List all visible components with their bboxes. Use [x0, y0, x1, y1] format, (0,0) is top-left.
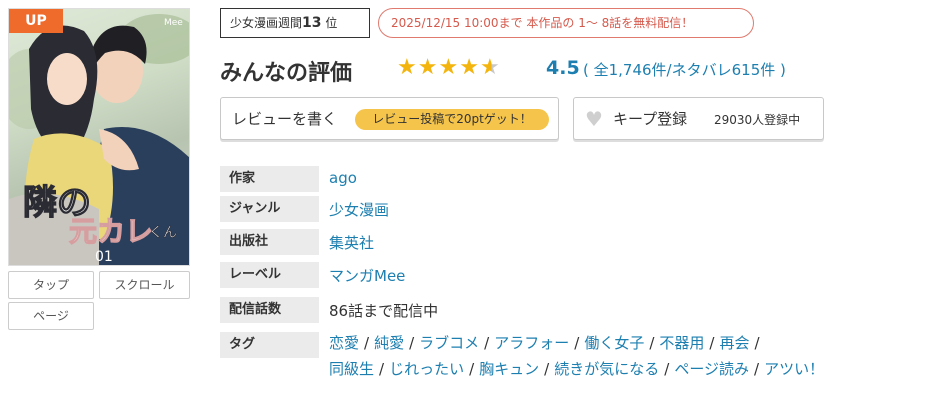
tag-separator: /	[754, 360, 760, 378]
info-key: ジャンル	[220, 196, 319, 222]
tag-link[interactable]: 不器用	[659, 334, 704, 352]
half-star-icon: ★	[479, 55, 501, 80]
tag-link[interactable]: 再会	[719, 334, 749, 352]
tag-separator: /	[664, 360, 670, 378]
tag-separator: /	[754, 334, 760, 352]
tag-separator: /	[409, 334, 415, 352]
label-link[interactable]: マンガMee	[329, 265, 405, 286]
review-reward-badge: レビュー投稿で20ptゲット！	[355, 109, 549, 130]
info-key: 作家	[220, 166, 319, 192]
tag-link[interactable]: 働く女子	[584, 334, 644, 352]
tag-link[interactable]: ラブコメ	[419, 334, 479, 352]
star-icon: ★	[417, 55, 439, 80]
info-key: レーベル	[220, 262, 319, 288]
view-mode-scroll-button[interactable]: スクロール	[99, 271, 190, 299]
episodes-value: 86話まで配信中	[329, 302, 439, 320]
tag-link[interactable]: 純愛	[374, 334, 404, 352]
tag-link[interactable]: 同級生	[329, 360, 374, 378]
ranking-badge[interactable]: 少女漫画週間13 位	[220, 8, 370, 38]
tag-separator: /	[544, 360, 550, 378]
rating-title: みんなの評価	[220, 61, 353, 86]
tag-list: 恋愛 / 純愛 / ラブコメ / アラフォー / 働く女子 / 不器用 / 再会 / 同級生 / じれったい / 胸…	[329, 330, 929, 382]
author-link[interactable]: ago	[329, 169, 357, 187]
rating-stars: ★★★★★	[397, 55, 501, 80]
tag-separator: /	[709, 334, 715, 352]
book-cover[interactable]: UP 隣の 元カレ くん 01 Mee	[8, 8, 190, 266]
tag-link[interactable]: アラフォー	[494, 334, 569, 352]
info-key: 配信話数	[220, 297, 319, 323]
tag-separator: /	[484, 334, 490, 352]
star-icon: ★	[397, 55, 418, 80]
rating-value: 4.5	[546, 57, 580, 79]
publisher-link[interactable]: 集英社	[329, 232, 374, 253]
tag-separator: /	[649, 334, 655, 352]
tag-link[interactable]: ページ読み	[674, 360, 749, 378]
ranking-number: 13	[302, 15, 322, 31]
tag-separator: /	[379, 360, 385, 378]
tag-separator: /	[364, 334, 370, 352]
cover-volume: 01	[95, 249, 113, 265]
cover-illustration: 隣の 元カレ くん 01 Mee	[9, 14, 189, 265]
tag-separator: /	[574, 334, 580, 352]
tag-separator: /	[469, 360, 475, 378]
tag-link[interactable]: 恋愛	[329, 334, 359, 352]
review-counts-link[interactable]: ( 全1,746件/ネタバレ615件 )	[583, 59, 786, 80]
ranking-prefix: 少女漫画週間	[230, 16, 303, 30]
cover-imprint: Mee	[164, 18, 183, 28]
view-mode-page-button[interactable]: ページ	[8, 302, 94, 330]
tag-link[interactable]: アツい！	[764, 360, 824, 378]
cover-title-kana: 元カレ	[69, 215, 153, 248]
up-badge: UP	[9, 9, 63, 33]
write-review-button[interactable]: レビューを書く レビュー投稿で20ptゲット！	[220, 97, 559, 140]
heart-icon: ♥	[585, 107, 603, 131]
keep-label: キープ登録	[613, 110, 688, 128]
free-episodes-notice: 2025/12/15 10:00まで 本作品の 1～ 8話を無料配信！	[378, 8, 754, 38]
info-key: 出版社	[220, 229, 319, 255]
info-key: タグ	[220, 332, 319, 358]
tag-link[interactable]: 胸キュン	[479, 360, 539, 378]
keep-button[interactable]: ♥ キープ登録 29030人登録中	[573, 97, 824, 140]
genre-link[interactable]: 少女漫画	[329, 199, 389, 220]
tag-link[interactable]: じれったい	[389, 360, 464, 378]
view-mode-tap-button[interactable]: タップ	[8, 271, 94, 299]
write-review-label: レビューを書く	[232, 110, 338, 128]
ranking-suffix: 位	[325, 16, 338, 30]
keep-count: 29030人登録中	[714, 113, 801, 127]
tag-link[interactable]: 続きが気になる	[554, 360, 659, 378]
star-icon: ★	[438, 55, 460, 80]
star-icon: ★	[459, 55, 480, 80]
cover-title-kun: くん	[149, 225, 177, 241]
